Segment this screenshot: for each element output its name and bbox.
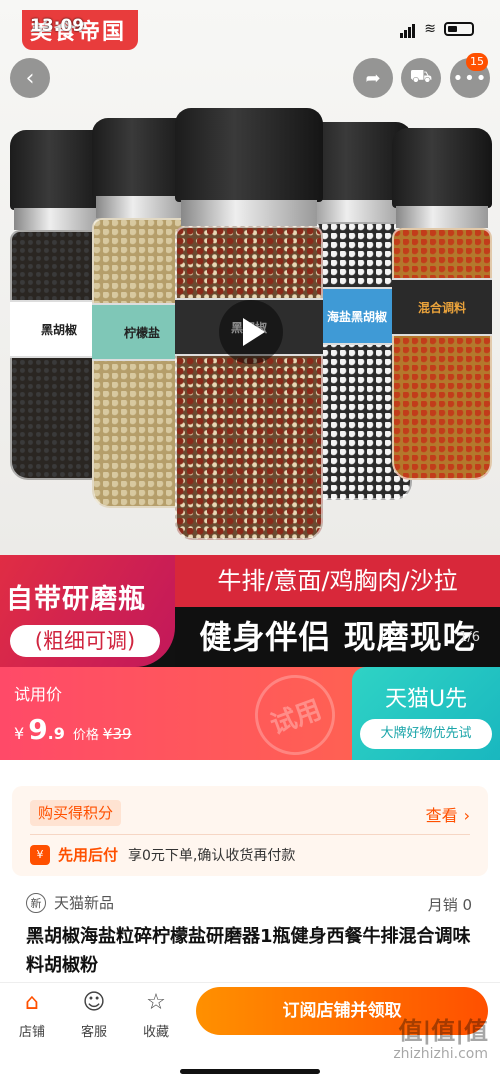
star-icon: ☆: [146, 990, 166, 1015]
price-integer: 9: [28, 713, 48, 746]
promo-left: 自带研磨瓶 (粗细可调): [0, 555, 175, 667]
service-label: 客服: [80, 1025, 107, 1040]
cart-count-badge: 15: [466, 53, 488, 71]
pay-later-title: 先用后付: [58, 846, 119, 864]
divider: [30, 834, 470, 835]
chat-face-icon: ☺: [82, 990, 106, 1015]
trial-stamp: 试用: [243, 663, 347, 767]
price-bar: 试用价 ¥ 9 .9 价格 ¥39 试用 天猫U先 大牌好物优先试: [0, 663, 500, 767]
new-icon: 新: [26, 892, 46, 913]
slide-indicator: 1/6: [459, 630, 480, 645]
chevron-right-icon: ›: [463, 806, 470, 825]
cart-button[interactable]: ⛟: [401, 58, 441, 98]
home-indicator: [180, 1069, 320, 1074]
wifi-icon: ≋: [424, 20, 436, 37]
pay-later-row[interactable]: ¥ 先用后付 享0元下单,确认收货再付款: [30, 844, 295, 865]
tmall-u-title: 天猫U先: [384, 687, 468, 712]
promo-right-bottom: 健身伴侣 现磨现吃: [175, 607, 500, 667]
grinder-mixed-seasoning: 混合调料: [392, 128, 492, 480]
favorite-label: 收藏: [142, 1025, 169, 1040]
battery-icon: [444, 21, 474, 36]
new-product-label: 天猫新品: [54, 894, 115, 912]
original-price: ¥39: [103, 725, 132, 743]
promo-left-title: 自带研磨瓶: [6, 584, 146, 615]
status-time: 13:09: [30, 16, 85, 36]
status-bar: 美食帝国 13:09 ≋: [0, 10, 500, 50]
status-icons: ≋: [400, 19, 474, 38]
price-decimal: .9: [47, 724, 65, 743]
store-button[interactable]: ⌂ 店铺: [7, 989, 57, 1040]
price-row: ¥ 9 .9 价格 ¥39: [14, 713, 132, 746]
signal-icon: [400, 19, 416, 38]
store-icon: ⌂: [25, 990, 39, 1015]
watermark-site: zhizhizhi.com: [393, 1046, 488, 1062]
original-value: 39: [112, 725, 132, 743]
store-label: 店铺: [18, 1025, 45, 1040]
product-gallery[interactable]: 美食帝国 13:09 ≋ ‹ ➦ ⛟ ••• 15 黑胡椒 柠檬盐 海盐黑胡椒: [0, 0, 500, 555]
monthly-sales: 月销 0: [427, 896, 472, 914]
promo-banner: 自带研磨瓶 (粗细可调) 牛排/意面/鸡胸肉/沙拉 健身伴侣 现磨现吃: [0, 555, 500, 667]
trial-price-label: 试用价: [14, 685, 63, 704]
new-product-tag: 新 天猫新品: [26, 892, 114, 913]
points-card[interactable]: 购买得积分 查看 › ¥ 先用后付 享0元下单,确认收货再付款: [12, 786, 488, 876]
tmall-u-subtitle: 大牌好物优先试: [360, 719, 492, 749]
original-price-label: 价格: [72, 728, 99, 743]
view-link[interactable]: 查看 ›: [426, 802, 470, 826]
view-link-label: 查看: [425, 806, 458, 825]
watermark: 值|值|值 zhizhizhi.com: [393, 1011, 488, 1062]
promo-right-top: 牛排/意面/鸡胸肉/沙拉: [175, 555, 500, 607]
product-info: 购买得积分 查看 › ¥ 先用后付 享0元下单,确认收货再付款 新 天猫新品 月销…: [0, 760, 500, 982]
grinder-label: 混合调料: [392, 278, 492, 336]
promo-left-sub: (粗细可调): [10, 625, 160, 657]
product-title: 黑胡椒海盐粒碎柠檬盐研磨器1瓶健身西餐牛排混合调味料胡椒粉: [26, 926, 471, 976]
back-button[interactable]: ‹: [10, 58, 50, 98]
share-icon: ➦: [365, 67, 381, 89]
more-icon: •••: [452, 67, 488, 89]
shopping-bag-icon: ¥: [30, 844, 50, 865]
favorite-button[interactable]: ☆ 收藏: [131, 989, 181, 1040]
back-icon: ‹: [25, 65, 35, 91]
tmall-u-badge[interactable]: 天猫U先 大牌好物优先试: [352, 667, 500, 760]
bottom-action-bar: ⌂ 店铺 ☺ 客服 ☆ 收藏 订阅店铺并领取 值|值|值 zhizhizhi.c…: [0, 982, 500, 1082]
pay-later-description: 享0元下单,确认收货再付款: [128, 847, 296, 864]
share-button[interactable]: ➦: [353, 58, 393, 98]
cart-icon: ⛟: [409, 66, 433, 87]
play-video-button[interactable]: [219, 300, 283, 364]
points-tag: 购买得积分: [30, 800, 122, 826]
watermark-text: 值|值|值: [398, 1017, 488, 1045]
currency-symbol: ¥: [14, 724, 25, 743]
customer-service-button[interactable]: ☺ 客服: [69, 989, 119, 1040]
